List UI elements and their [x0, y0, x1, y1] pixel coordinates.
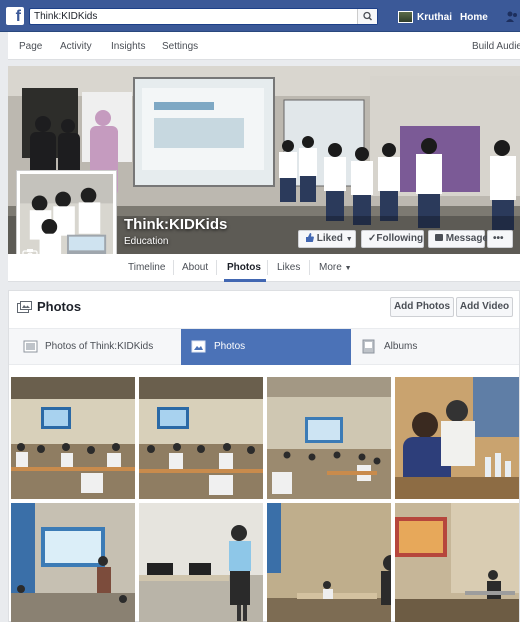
photo-image [395, 503, 519, 622]
following-button[interactable]: ✓Following [361, 230, 424, 248]
subtab-photos[interactable]: Photos [181, 329, 351, 365]
nav-settings[interactable]: Settings [162, 41, 198, 52]
photo-thumbnail[interactable] [267, 377, 391, 499]
subtab-label: Photos of Think:KIDKids [45, 341, 154, 352]
photos-section-title: Photos [37, 299, 82, 314]
top-bar: f Think:KIDKids Kruthai Home [0, 0, 520, 32]
photo-icon [191, 340, 206, 353]
subtab-photos-of-page[interactable]: Photos of Think:KIDKids [9, 329, 181, 365]
photo-thumbnail[interactable] [11, 377, 135, 499]
nav-insights[interactable]: Insights [111, 41, 145, 52]
photo-thumbnail[interactable] [139, 377, 263, 499]
photo-image [11, 503, 135, 622]
chevron-down-icon: ▼ [344, 265, 352, 272]
page-category[interactable]: Education [124, 236, 168, 247]
tab-divider [267, 260, 268, 275]
chevron-down-icon: ▼ [345, 236, 353, 243]
album-icon [362, 339, 375, 354]
message-button[interactable]: Message [428, 230, 489, 248]
page-admin-nav: Page Activity Insights Settings Build Au… [8, 32, 520, 60]
tagged-photos-icon [23, 340, 38, 353]
thumbs-up-icon [306, 233, 314, 242]
photo-image [395, 377, 519, 499]
tab-more-label: More [319, 262, 342, 273]
subtab-label: Photos [214, 341, 246, 352]
nav-activity[interactable]: Activity [60, 41, 92, 52]
search-button[interactable] [357, 9, 377, 24]
active-tab-indicator [224, 279, 266, 282]
more-options-icon: ••• [493, 233, 504, 244]
home-link[interactable]: Home [460, 12, 488, 23]
photo-thumbnail[interactable] [395, 503, 519, 622]
tab-about[interactable]: About [182, 262, 208, 273]
message-icon [435, 234, 443, 241]
photos-icon [17, 301, 32, 313]
photo-thumbnail[interactable] [267, 503, 391, 622]
search-input[interactable]: Think:KIDKids [29, 8, 378, 25]
user-avatar[interactable] [398, 11, 413, 23]
photo-image [139, 377, 263, 499]
photo-image [11, 377, 135, 499]
photo-image [139, 503, 263, 622]
photos-subtabs: Photos of Think:KIDKids Photos Albums [9, 328, 519, 365]
tab-timeline[interactable]: Timeline [128, 262, 165, 273]
tab-likes[interactable]: Likes [277, 262, 300, 273]
more-options-button[interactable]: ••• [487, 230, 513, 248]
photo-image [267, 503, 391, 622]
tab-divider [173, 260, 174, 275]
user-name-link[interactable]: Kruthai [417, 12, 452, 23]
nav-page[interactable]: Page [19, 41, 42, 52]
tab-photos[interactable]: Photos [227, 262, 261, 273]
facebook-logo-icon[interactable]: f [6, 7, 24, 25]
photo-thumbnail[interactable] [139, 503, 263, 622]
message-button-label: Message [445, 233, 489, 244]
liked-button[interactable]: Liked ▼ [298, 230, 356, 248]
search-icon [363, 11, 372, 21]
following-button-label: Following [376, 233, 424, 244]
build-audience-menu[interactable]: Build Audie [472, 41, 520, 52]
photo-thumbnail[interactable] [11, 503, 135, 622]
add-photos-button[interactable]: Add Photos [390, 297, 454, 317]
subtab-label: Albums [384, 341, 418, 352]
photo-image [267, 377, 391, 499]
photos-section: Photos Add Photos Add Video Photos of Th… [8, 290, 520, 622]
photo-thumbnail[interactable] [395, 377, 519, 499]
tab-divider [309, 260, 310, 275]
page-tabs: Timeline About Photos Likes More ▼ [8, 254, 520, 282]
subtab-albums[interactable]: Albums [351, 329, 519, 365]
liked-button-label: Liked [316, 233, 343, 244]
tab-more[interactable]: More ▼ [319, 262, 352, 273]
tab-divider [216, 260, 217, 275]
add-video-button[interactable]: Add Video [456, 297, 513, 317]
friend-requests-icon[interactable] [505, 10, 519, 24]
search-input-value: Think:KIDKids [34, 11, 98, 22]
page-name[interactable]: Think:KIDKids [124, 216, 227, 233]
